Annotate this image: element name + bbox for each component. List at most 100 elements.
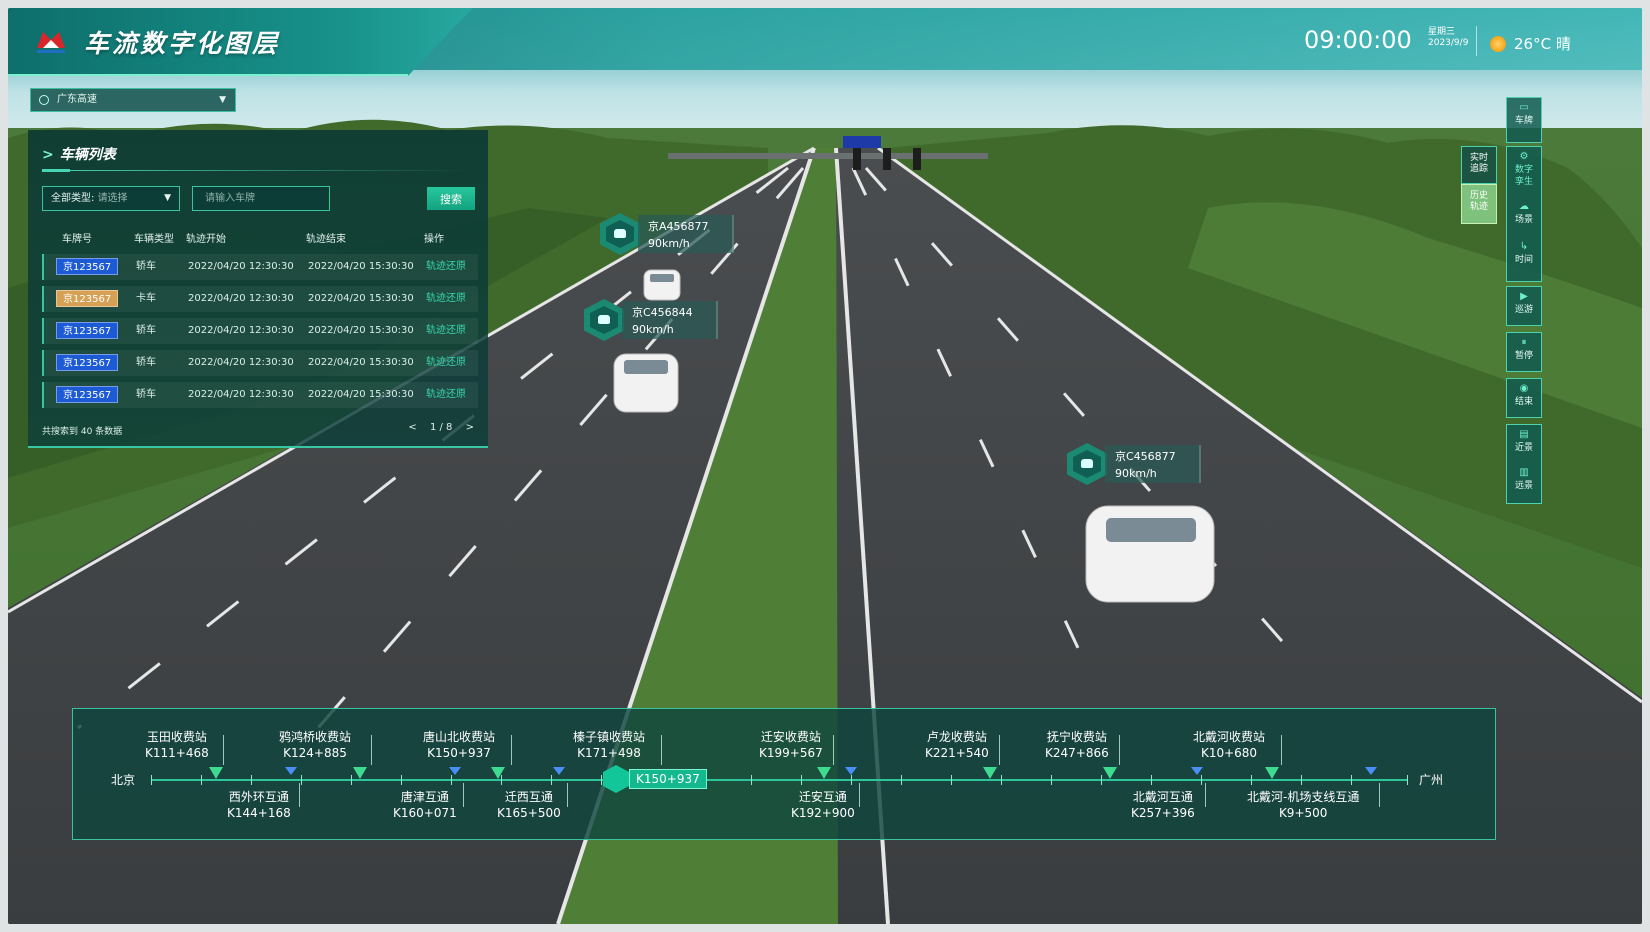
vehicle-label[interactable]: 京C456844 90km/h [584,299,724,341]
near-view-button[interactable]: ▤ 近景 [1507,425,1541,463]
toll-marker-icon[interactable] [983,767,997,779]
toll-station[interactable]: 迁安收费站 K199+567 [759,729,823,761]
interchange-km: K9+500 [1278,806,1328,820]
table-row[interactable]: 京123567 轿车 2022/04/20 12:30:30 2022/04/2… [42,382,478,408]
toll-marker-icon[interactable] [209,767,223,779]
toll-station[interactable]: 卢龙收费站 K221+540 [925,729,989,761]
restore-track-link[interactable]: 轨迹还原 [426,254,466,280]
vehicle-plate: 京C456877 [1115,450,1176,463]
tour-button[interactable]: ▶ 巡游 [1506,286,1542,326]
interchange-marker-icon[interactable] [285,767,297,775]
vehicle-speed: 90km/h [632,323,674,336]
toll-station[interactable]: 玉田收费站 K111+468 [145,729,209,761]
clock-time: 09:00:00 [1304,26,1412,54]
interchange[interactable]: 迁安互通 K192+900 [791,789,855,821]
pause-icon: ⏸ [1521,337,1527,348]
interchange-marker-icon[interactable] [1191,767,1203,775]
track-start: 2022/04/20 12:30:30 [188,293,294,304]
pagination: < 1 / 8 > [398,422,474,433]
interchange-marker-icon[interactable] [553,767,565,775]
scene-label: 场景 [1514,215,1533,225]
view-group: ▤ 近景 ▥ 远景 [1506,424,1542,504]
panel-title: > 车辆列表 [42,144,116,164]
far-view-label: 远景 [1514,481,1533,491]
station-km: K171+498 [577,746,641,760]
prev-page-button[interactable]: < [408,422,416,433]
toll-station[interactable]: 抚宁收费站 K247+866 [1045,729,1109,761]
toll-marker-icon[interactable] [1103,767,1117,779]
vehicle-label[interactable]: 京A456877 90km/h [600,213,740,255]
realtime-track-button[interactable]: 实时追踪 [1461,146,1497,184]
vehicle-plate: 京C456844 [632,306,693,319]
station-name: 榛子镇收费站 [573,730,646,744]
plate-search-input[interactable] [192,186,330,211]
interchange[interactable]: 北戴河互通 K257+396 [1131,789,1195,821]
interchange-marker-icon[interactable] [1365,767,1377,775]
restore-track-link[interactable]: 轨迹还原 [426,382,466,408]
next-page-button[interactable]: > [466,422,474,433]
track-start: 2022/04/20 12:30:30 [188,389,294,400]
col-start: 轨迹开始 [186,234,226,245]
station-km: K247+866 [1045,746,1109,760]
stop-icon: ◉ [1519,383,1529,394]
near-view-label: 近景 [1514,443,1533,453]
scene-button[interactable]: ☁ 场景 [1507,197,1541,237]
restore-track-link[interactable]: 轨迹还原 [426,350,466,376]
station-name: 抚宁收费站 [1046,730,1107,744]
plate-badge: 京123567 [56,386,119,403]
toll-marker-icon[interactable] [817,767,831,779]
interchange[interactable]: 唐津互通 K160+071 [393,789,457,821]
vehicle-type-select[interactable]: 全部类型: 请选择 ▼ [42,186,180,211]
vehicle-label[interactable]: 京C456877 90km/h [1067,443,1207,485]
track-start: 2022/04/20 12:30:30 [188,325,294,336]
table-row[interactable]: 京123567 轿车 2022/04/20 12:30:30 2022/04/2… [42,318,478,344]
end-button[interactable]: ◉ 结束 [1506,378,1542,418]
toll-station[interactable]: 北戴河收费站 K10+680 [1193,729,1265,761]
interchange-marker-icon[interactable] [449,767,461,775]
interchange-name: 迁西互通 [504,790,553,804]
table-row[interactable]: 京123567 轿车 2022/04/20 12:30:30 2022/04/2… [42,254,478,280]
toll-marker-icon[interactable] [491,767,505,779]
date-block: 星期三 2023/9/9 [1428,27,1468,49]
toll-marker-icon[interactable] [1265,767,1279,779]
vehicle-type: 轿车 [136,389,156,400]
plate-badge: 京123567 [56,322,119,339]
toll-station[interactable]: 榛子镇收费站 K171+498 [573,729,645,761]
toll-station[interactable]: 唐山北收费站 K150+937 [423,729,495,761]
region-select[interactable]: 广东高速 ▼ [30,88,236,112]
type-select-placeholder: 请选择 [97,193,128,204]
vehicle-list-panel: > 车辆列表 全部类型: 请选择 ▼ 搜索 车牌号 车辆类型 轨迹开始 轨迹结束 … [28,130,488,448]
station-km: K199+567 [759,746,823,760]
interchange[interactable]: 西外环互通 K144+168 [227,789,291,821]
toll-station[interactable]: 鸦鸿桥收费站 K124+885 [279,729,351,761]
vehicle-label-box: 京A456877 90km/h [638,215,734,253]
time-label: 时间 [1514,255,1533,265]
interchange-marker-icon[interactable] [845,767,857,775]
pause-button[interactable]: ⏸ 暂停 [1506,332,1542,372]
interchange[interactable]: 迁西互通 K165+500 [497,789,561,821]
plate-tool-button[interactable]: ▭ 车牌 [1507,98,1541,142]
digital-twin-button[interactable]: ⚙ 数字孪生 [1507,147,1541,197]
cloud-icon: ☁ [1519,201,1529,212]
track-end: 2022/04/20 15:30:30 [308,325,414,336]
time-button[interactable]: ↳ 时间 [1507,237,1541,277]
table-row[interactable]: 京123567 轿车 2022/04/20 12:30:30 2022/04/2… [42,350,478,376]
search-button[interactable]: 搜索 [427,187,475,210]
history-track-button[interactable]: 历史轨迹 [1461,184,1497,224]
plate-badge: 京123567 [56,354,119,371]
station-km: K221+540 [925,746,989,760]
plate-badge: 京123567 [56,290,119,307]
restore-track-link[interactable]: 轨迹还原 [426,286,466,312]
vehicle-type: 轿车 [136,357,156,368]
interchange-km: K257+396 [1131,806,1195,820]
far-view-button[interactable]: ▥ 远景 [1507,463,1541,501]
app-title: 车流数字化图层 [84,29,281,58]
table-row[interactable]: 京123567 卡车 2022/04/20 12:30:30 2022/04/2… [42,286,478,312]
interchange[interactable]: 北戴河-机场支线互通 K9+500 [1247,789,1359,821]
station-name: 卢龙收费站 [926,730,987,744]
restore-track-link[interactable]: 轨迹还原 [426,318,466,344]
toll-marker-icon[interactable] [353,767,367,779]
digital-twin-label: 数字孪生 [1514,165,1533,187]
gear-icon: ⚙ [1519,151,1529,162]
station-km: K150+937 [427,746,491,760]
